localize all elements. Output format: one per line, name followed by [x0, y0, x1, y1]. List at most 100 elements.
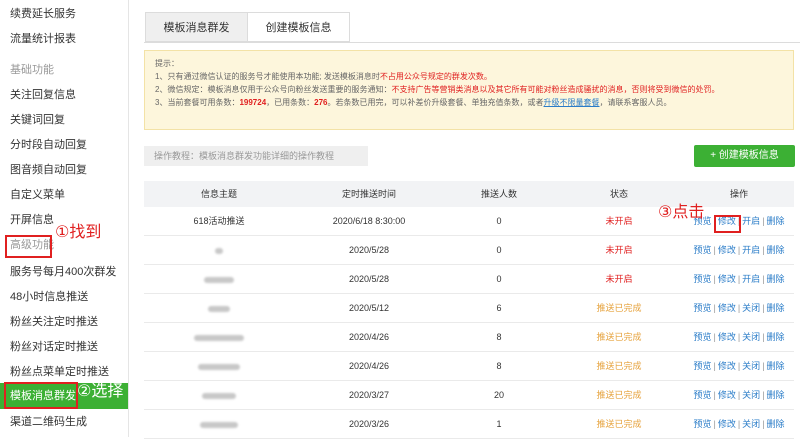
cell-actions: 预览 | 修改 | 开启 | 删除 [684, 265, 794, 294]
cell-status: 推送已完成 [596, 390, 642, 400]
sidebar-item[interactable]: 关键词回复 [0, 108, 128, 132]
edit-link[interactable]: 修改 [718, 332, 736, 342]
notice-panel: 提示： 1、只有通过微信认证的服务号才能使用本功能; 发送模板消息时不占用公众号… [144, 50, 794, 130]
action-separator: | [713, 274, 716, 284]
delete-link[interactable]: 删除 [767, 361, 785, 371]
preview-link[interactable]: 预览 [693, 332, 711, 342]
used-count: 276 [314, 98, 328, 107]
notice-line-2-warning: 不支持广告等营销类消息以及其它所有可能对粉丝造成骚扰的消息，否则将受到微信的处罚… [391, 85, 720, 94]
action-separator: | [737, 419, 741, 429]
edit-link[interactable]: 修改 [718, 419, 736, 429]
tabs-divider [144, 42, 800, 43]
upgrade-plan-link[interactable]: 升级不限量套餐 [544, 98, 600, 107]
delete-link[interactable]: 删除 [767, 332, 785, 342]
action-separator: | [713, 303, 716, 313]
cell-push-count: 20 [493, 390, 504, 400]
toggle-link[interactable]: 开启 [742, 216, 760, 226]
action-separator: | [713, 419, 716, 429]
toggle-link[interactable]: 开启 [742, 274, 760, 284]
delete-link[interactable]: 删除 [767, 245, 785, 255]
cell-status: 推送已完成 [596, 361, 642, 371]
cell-subject [144, 294, 294, 323]
cell-actions: 预览 | 修改 | 关闭 | 删除 [684, 381, 794, 410]
sidebar-item[interactable]: 粉丝关注定时推送 [0, 310, 128, 334]
delete-link[interactable]: 删除 [767, 216, 785, 226]
delete-link[interactable]: 删除 [767, 303, 785, 313]
blurred-subject [202, 392, 236, 399]
blurred-subject [198, 363, 240, 370]
action-separator: | [737, 274, 741, 284]
tab-template-group-send[interactable]: 模板消息群发 [145, 12, 248, 42]
cell-subject [144, 381, 294, 410]
available-count: 199724 [239, 98, 267, 107]
preview-link[interactable]: 预览 [693, 390, 711, 400]
cell-scheduled-time: 2020/4/26 [348, 332, 390, 342]
toggle-link[interactable]: 关闭 [742, 419, 760, 429]
tutorial-link[interactable]: 操作教程：模板消息群发功能详细的操作教程 [144, 146, 368, 166]
edit-link[interactable]: 修改 [718, 274, 736, 284]
sidebar-item[interactable]: 服务号每月400次群发 [0, 260, 128, 284]
cell-scheduled-time: 2020/3/27 [348, 390, 390, 400]
cell-push-count: 8 [496, 332, 502, 342]
blurred-subject [204, 276, 234, 283]
delete-link[interactable]: 删除 [767, 274, 785, 284]
notice-line-3-text-d: ，请联系客服人员。 [599, 98, 672, 107]
notice-line-2: 2、微信规定：模板消息仅用于公众号向粉丝发送重要的服务通知：不支持广告等营销类消… [155, 83, 783, 96]
table-row: 2020/5/28 0 未开启 预览 | 修改 | 开启 | 删除 [144, 265, 794, 294]
preview-link[interactable]: 预览 [693, 419, 711, 429]
table-row: 2020/5/12 6 推送已完成 预览 | 修改 | 关闭 | 删除 [144, 294, 794, 323]
cell-status: 未开启 [605, 274, 633, 284]
delete-link[interactable]: 删除 [767, 390, 785, 400]
action-separator: | [737, 245, 741, 255]
table-row: 2020/5/28 0 未开启 预览 | 修改 | 开启 | 删除 [144, 236, 794, 265]
sidebar-item[interactable]: 粉丝对话定时推送 [0, 335, 128, 359]
sidebar-item[interactable]: 渠道二维码生成 [0, 410, 128, 434]
cell-push-count: 8 [496, 361, 502, 371]
sidebar-item[interactable]: 48小时信息推送 [0, 285, 128, 309]
edit-link[interactable]: 修改 [718, 361, 736, 371]
preview-link[interactable]: 预览 [693, 361, 711, 371]
cell-actions: 预览 | 修改 | 开启 | 删除 [684, 236, 794, 265]
tab-create-template[interactable]: 创建模板信息 [247, 12, 350, 42]
edit-link[interactable]: 修改 [718, 390, 736, 400]
sidebar-item[interactable]: 关注回复信息 [0, 83, 128, 107]
header-subject: 信息主题 [200, 189, 237, 199]
toggle-link[interactable]: 关闭 [742, 361, 760, 371]
preview-link[interactable]: 预览 [693, 303, 711, 313]
cell-actions: 预览 | 修改 | 关闭 | 删除 [684, 294, 794, 323]
highlight-box-advanced [5, 235, 52, 258]
action-separator: | [713, 361, 716, 371]
edit-link[interactable]: 修改 [718, 303, 736, 313]
cell-scheduled-time: 2020/3/26 [348, 419, 390, 429]
notice-line-1-warning: 不占用公众号规定的群发次数。 [379, 72, 492, 81]
sidebar-item[interactable]: 流量统计报表 [0, 27, 128, 51]
table-row: 2020/3/26 1 推送已完成 预览 | 修改 | 关闭 | 删除 [144, 410, 794, 439]
preview-link[interactable]: 预览 [693, 245, 711, 255]
notice-line-1-text: 1、只有通过微信认证的服务号才能使用本功能; 发送模板消息时 [155, 72, 380, 81]
cell-scheduled-time: 2020/5/12 [348, 303, 390, 313]
sidebar-item[interactable]: 续费延长服务 [0, 2, 128, 26]
sidebar-section-header: 基础功能 [10, 64, 54, 76]
cell-status: 推送已完成 [596, 303, 642, 313]
delete-link[interactable]: 删除 [767, 419, 785, 429]
action-separator: | [762, 419, 765, 429]
cell-subject [144, 352, 294, 381]
preview-link[interactable]: 预览 [693, 274, 711, 284]
action-separator: | [762, 274, 765, 284]
edit-link[interactable]: 修改 [718, 245, 736, 255]
header-scheduled-time: 定时推送时间 [341, 189, 396, 199]
cell-push-count: 0 [496, 274, 502, 284]
header-push-count: 推送人数 [480, 189, 517, 199]
annotation-select: ②选择 [77, 383, 124, 400]
sidebar-item[interactable]: 自定义菜单 [0, 183, 128, 207]
toggle-link[interactable]: 关闭 [742, 332, 760, 342]
toggle-link[interactable]: 开启 [742, 245, 760, 255]
toggle-link[interactable]: 关闭 [742, 390, 760, 400]
table-row: 2020/4/26 8 推送已完成 预览 | 修改 | 关闭 | 删除 [144, 352, 794, 381]
sidebar-item[interactable]: 分时段自动回复 [0, 133, 128, 157]
sidebar-item[interactable]: 图音频自动回复 [0, 158, 128, 182]
create-template-button[interactable]: + 创建模板信息 [694, 145, 795, 167]
toggle-link[interactable]: 关闭 [742, 303, 760, 313]
cell-scheduled-time: 2020/5/28 [348, 274, 390, 284]
cell-actions: 预览 | 修改 | 关闭 | 删除 [684, 323, 794, 352]
